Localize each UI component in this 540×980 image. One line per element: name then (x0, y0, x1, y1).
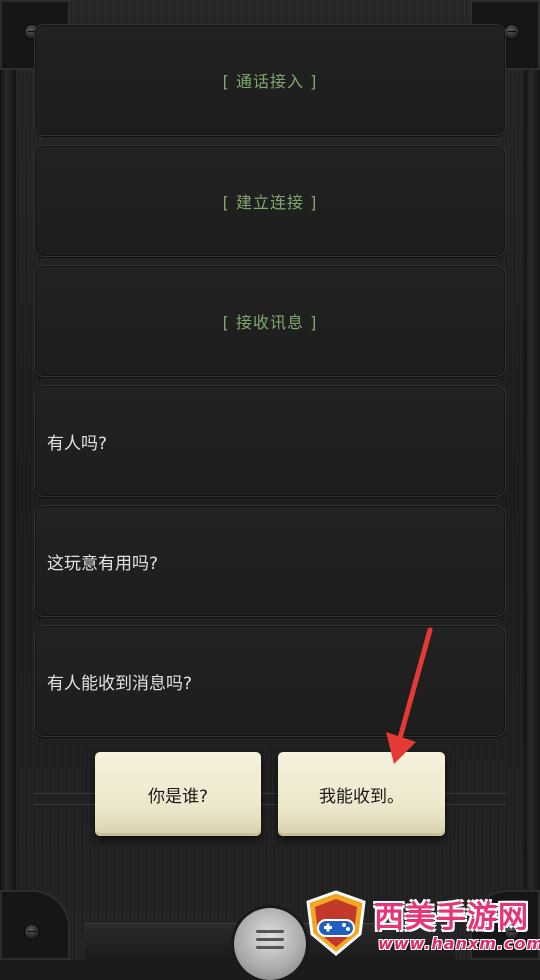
menu-icon (256, 930, 284, 933)
system-message: [ 通话接入 ] (222, 72, 318, 91)
pointer-arrow-icon (386, 627, 433, 764)
system-message-panel: [ 建立连接 ] (34, 145, 506, 257)
menu-icon-line (256, 946, 284, 949)
reply-choice-who-are-you[interactable]: 你是谁? (95, 752, 261, 836)
left-rail (0, 0, 16, 960)
watermark-url: www.hanxm.com (378, 934, 540, 953)
watermark-logo: 西美手游网 www.hanxm.com (300, 888, 540, 960)
right-rail (524, 0, 540, 960)
system-message-panel: [ 通话接入 ] (34, 24, 506, 136)
system-message: [ 接收讯息 ] (222, 313, 318, 332)
watermark-title: 西美手游网 (374, 900, 529, 935)
chat-message: 这玩意有用吗? (47, 553, 159, 574)
chat-message-panel: 这玩意有用吗? (34, 505, 506, 617)
chat-message: 有人能收到消息吗? (47, 673, 193, 694)
chat-message: 有人吗? (47, 433, 108, 454)
system-message-panel: [ 接收讯息 ] (34, 265, 506, 377)
menu-icon-line (256, 938, 284, 941)
system-message: [ 建立连接 ] (222, 193, 318, 212)
menu-button[interactable] (234, 908, 306, 980)
gamepad-shield-logo (306, 890, 366, 956)
chat-message-panel: 有人吗? (34, 385, 506, 497)
